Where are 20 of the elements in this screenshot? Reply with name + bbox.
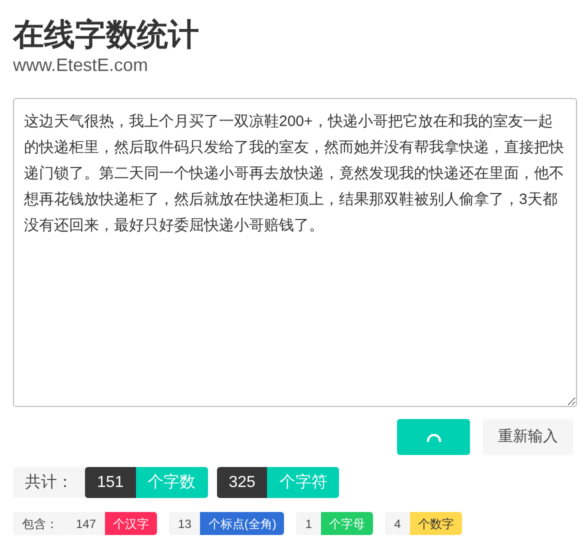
reset-button[interactable]: 重新输入: [483, 419, 573, 455]
count-tag: 325: [216, 467, 268, 498]
unit-tag: 个汉字: [105, 512, 158, 535]
unit-tag: 个字数: [136, 467, 208, 498]
contains-label: 包含：: [13, 512, 67, 535]
spinner-icon: [426, 432, 442, 442]
unit-tag: 个数字: [410, 512, 462, 535]
count-tag: 13: [169, 512, 200, 535]
unit-tag: 个标点(全角): [200, 512, 284, 535]
total-label: 共计：: [13, 467, 85, 498]
text-input-field[interactable]: 这边天气很热，我上个月买了一双凉鞋200+，快递小哥把它放在和我的室友一起的快递柜里，然后取件码只发给了我的室友，然而她并没有帮我拿快递，直接把快递门锁了。第二天同一个快递小哥再去放快递，竟然发现我的快递还在里面，他不想再花钱放快递柜了，然后就放在快递柜顶上，结果那双鞋被别人偷拿了，3天都没有还回来，最好只好委屈快递小哥赔钱了。: [13, 98, 577, 407]
unit-tag: 个字母: [321, 512, 374, 535]
unit-tag: 个字符: [267, 467, 340, 498]
count-tag: 4: [385, 512, 410, 535]
count-tag: 147: [67, 512, 106, 535]
loading-button[interactable]: [397, 419, 470, 455]
count-tag: 1: [296, 512, 322, 535]
page-title: 在线字数统计: [13, 16, 199, 54]
count-tag: 151: [85, 467, 136, 498]
site-url: www.EtestE.com: [13, 54, 148, 76]
